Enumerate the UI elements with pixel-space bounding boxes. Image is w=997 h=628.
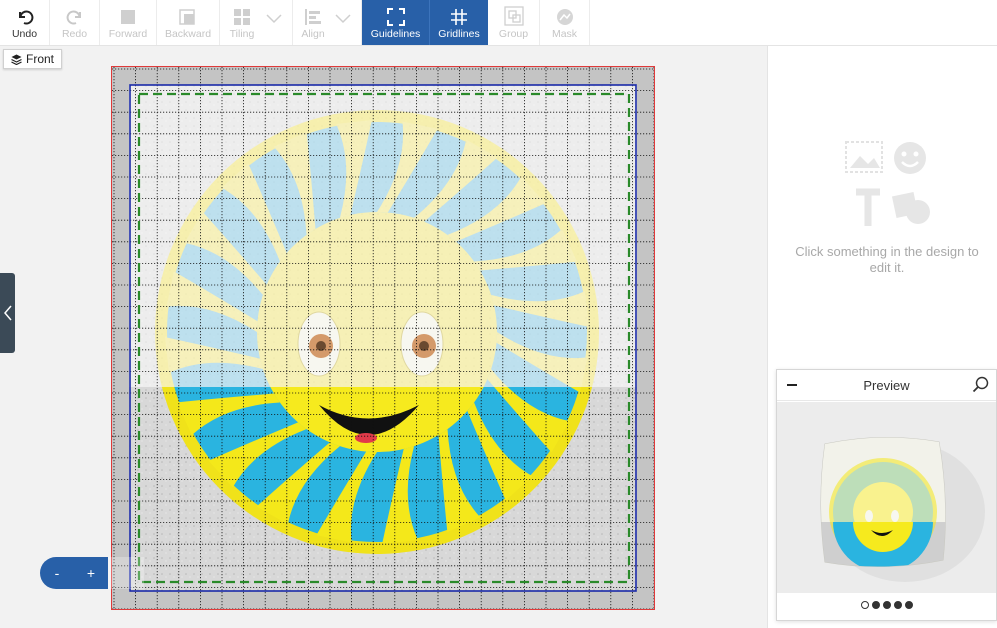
toolbar: Undo Redo Forward Backward Tiling Align … [0, 0, 997, 46]
left-panel-toggle[interactable] [0, 273, 15, 353]
forward-button[interactable]: Forward [100, 0, 157, 45]
align-label: Align [301, 28, 325, 40]
zoom-out-button[interactable]: - [40, 565, 74, 581]
mask-label: Mask [551, 28, 578, 40]
guidelines-label: Guidelines [370, 28, 421, 40]
backward-label: Backward [164, 28, 212, 40]
design-canvas[interactable] [111, 66, 655, 610]
chevron-down-icon [335, 14, 351, 24]
gridlines-icon [451, 9, 467, 25]
redo-icon [66, 10, 81, 25]
front-label: Front [26, 52, 55, 66]
preview-dot[interactable] [882, 601, 891, 609]
search-icon[interactable] [972, 376, 990, 394]
layers-icon [11, 54, 22, 65]
gridlines-button[interactable]: Gridlines [429, 0, 488, 45]
preview-dot[interactable] [893, 601, 902, 609]
undo-button[interactable]: Undo [0, 0, 50, 45]
product-preview-image[interactable] [777, 402, 996, 593]
redo-label: Redo [61, 28, 88, 40]
preview-dot[interactable] [904, 601, 913, 609]
backward-icon [179, 9, 195, 25]
guidelines-button[interactable]: Guidelines [362, 0, 429, 45]
preview-dot[interactable] [860, 601, 869, 609]
backward-button[interactable]: Backward [157, 0, 220, 45]
preview-title: Preview [863, 378, 910, 393]
group-icon [503, 6, 524, 26]
zoom-level-field[interactable] [108, 557, 144, 589]
zoom-controls: - + [40, 557, 108, 589]
align-button[interactable]: Align [293, 0, 362, 45]
chevron-down-icon [266, 14, 282, 24]
align-icon [305, 9, 321, 25]
mask-icon [556, 9, 573, 25]
undo-icon [18, 10, 33, 25]
design-editor: Undo Redo Forward Backward Tiling Align … [0, 0, 997, 628]
group-label: Group [498, 28, 529, 40]
forward-label: Forward [108, 28, 148, 40]
empty-state-message: Click something in the design to edit it… [795, 244, 979, 275]
front-side-button[interactable]: Front [3, 49, 63, 69]
gridlines-label: Gridlines [438, 28, 480, 40]
preview-header: Preview [777, 370, 996, 401]
tiling-icon [234, 9, 250, 25]
chevron-left-icon [3, 305, 12, 321]
preview-window: Preview [776, 369, 997, 621]
forward-icon [121, 10, 135, 24]
guidelines-icon [386, 8, 405, 26]
mask-button[interactable]: Mask [540, 0, 590, 45]
preview-pagination [777, 601, 996, 609]
canvas-artwork[interactable] [112, 67, 654, 609]
redo-button[interactable]: Redo [50, 0, 100, 45]
undo-label: Undo [11, 28, 38, 40]
group-button[interactable]: Group [488, 0, 540, 45]
preview-dot[interactable] [871, 601, 880, 609]
empty-state-illustration [845, 141, 930, 226]
tiling-button[interactable]: Tiling [220, 0, 293, 45]
tiling-label: Tiling [229, 28, 255, 40]
zoom-in-button[interactable]: + [74, 565, 108, 581]
